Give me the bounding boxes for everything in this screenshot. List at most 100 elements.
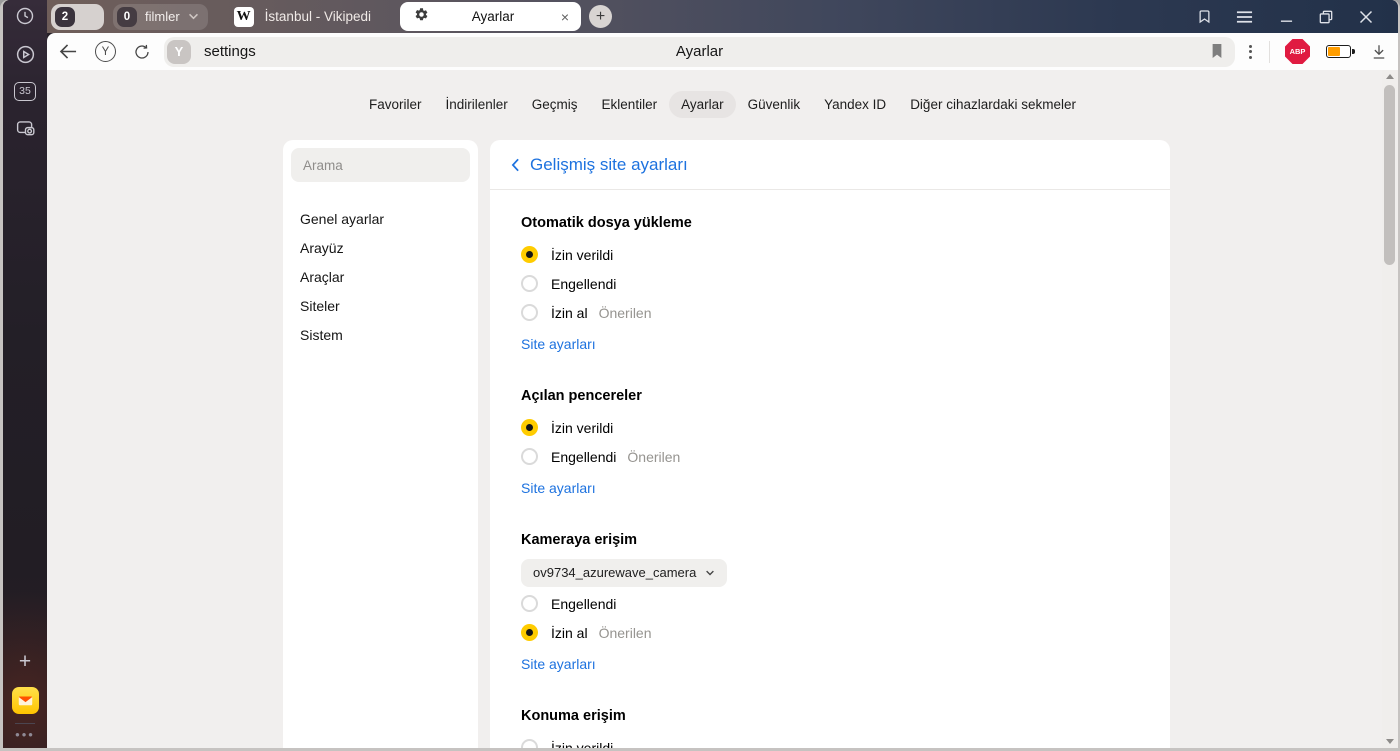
tab-count-button[interactable]: 2: [51, 3, 104, 30]
restore-window-icon[interactable]: [1306, 10, 1346, 24]
history-clock-icon[interactable]: [13, 4, 37, 28]
sidebar-item-siteler[interactable]: Siteler: [283, 292, 478, 321]
address-input[interactable]: settings: [204, 43, 256, 60]
bookmark-flag-icon[interactable]: [1210, 43, 1224, 64]
active-tab-title: Ayarlar: [471, 9, 515, 24]
sidebar-item-arayuz[interactable]: Arayüz: [283, 234, 478, 263]
more-dots-icon[interactable]: •••: [15, 728, 35, 741]
settings-page: Favoriler İndirilenler Geçmiş Eklentiler…: [47, 70, 1398, 748]
section-title: Otomatik dosya yükleme: [521, 215, 692, 231]
search-input[interactable]: [291, 148, 470, 182]
tabs-count-label: 35: [14, 81, 36, 101]
radio-row[interactable]: İzin verildi: [521, 240, 1170, 269]
rail-divider: [15, 723, 35, 724]
screenshot-icon[interactable]: [13, 116, 37, 140]
battery-saver-icon[interactable]: [1326, 45, 1355, 58]
left-rail: 35 + •••: [3, 0, 47, 748]
radio-unselected-icon[interactable]: [521, 304, 538, 321]
settings-menu: Genel ayarlar Arayüz Araçlar Siteler Sis…: [283, 205, 478, 350]
tab-panel-icon[interactable]: [1184, 7, 1224, 26]
minimize-icon[interactable]: [1266, 10, 1306, 23]
browser-window: 35 + ••• 2 0 filmler W İstanbul - Vikipe…: [0, 0, 1400, 751]
tab-strip: 2 0 filmler W İstanbul - Vikipedi Ayarla…: [47, 0, 1398, 33]
sidebar-item-genel-ayarlar[interactable]: Genel ayarlar: [283, 205, 478, 234]
scrollbar-thumb[interactable]: [1384, 85, 1395, 265]
settings-sidebar: Genel ayarlar Arayüz Araçlar Siteler Sis…: [283, 140, 478, 748]
site-favicon-badge: Y: [167, 39, 191, 64]
menu-hamburger-icon[interactable]: [1224, 10, 1264, 24]
tab-diger-cihazlar[interactable]: Diğer cihazlardaki sekmeler: [898, 91, 1088, 118]
section-title: Konuma erişim: [521, 708, 626, 724]
back-icon[interactable]: [59, 43, 78, 60]
radio-row[interactable]: İzin al Önerilen: [521, 298, 1170, 327]
back-header[interactable]: Gelişmiş site ayarları: [490, 140, 1170, 190]
more-options-icon[interactable]: [1249, 44, 1252, 59]
group-label: filmler: [145, 9, 180, 24]
tab-guvenlik[interactable]: Güvenlik: [736, 91, 813, 118]
radio-row[interactable]: İzin al Önerilen: [521, 618, 1170, 647]
adblock-plus-icon[interactable]: ABP: [1285, 39, 1310, 64]
sidebar-item-sistem[interactable]: Sistem: [283, 321, 478, 350]
scroll-down-arrow[interactable]: [1386, 739, 1394, 744]
page-scrollbar[interactable]: [1382, 70, 1398, 748]
radio-selected-icon[interactable]: [521, 419, 538, 436]
camera-device-select[interactable]: ov9734_azurewave_camera: [521, 558, 728, 587]
radio-row[interactable]: İzin verildi: [521, 413, 1170, 442]
tab-ayarlar-active[interactable]: Ayarlar ×: [399, 2, 581, 31]
tabs-count-badge[interactable]: 35: [13, 79, 37, 103]
close-tab-icon[interactable]: ×: [557, 9, 573, 25]
new-tab-button[interactable]: +: [588, 5, 612, 28]
yandex-mail-icon[interactable]: [11, 687, 39, 714]
sidebar-item-araclar[interactable]: Araçlar: [283, 263, 478, 292]
yandex-home-icon[interactable]: Y: [95, 41, 116, 62]
tab-favoriler[interactable]: Favoriler: [357, 91, 434, 118]
chevron-down-icon: [706, 570, 715, 575]
add-icon[interactable]: +: [13, 650, 37, 674]
radio-selected-icon[interactable]: [521, 246, 538, 263]
radio-row[interactable]: Engellendi: [521, 269, 1170, 298]
recommended-note: Önerilen: [627, 448, 681, 465]
chevron-down-icon: [188, 13, 198, 20]
refresh-icon[interactable]: [133, 43, 151, 61]
radio-unselected-icon[interactable]: [521, 595, 538, 612]
address-bar[interactable]: Y settings Ayarlar: [164, 36, 1235, 67]
settings-nav-tabs: Favoriler İndirilenler Geçmiş Eklentiler…: [47, 91, 1398, 118]
play-circle-icon[interactable]: [13, 42, 37, 66]
radio-unselected-icon[interactable]: [521, 739, 538, 748]
tab-ayarlar[interactable]: Ayarlar: [669, 91, 736, 118]
section-acilan-pencereler: Açılan pencereler İzin verildi Engellend…: [521, 388, 1170, 502]
tab-istanbul-vikipedi[interactable]: İstanbul - Vikipedi: [265, 9, 371, 24]
tab-eklentiler[interactable]: Eklentiler: [590, 91, 670, 118]
radio-selected-icon[interactable]: [521, 624, 538, 641]
tab-count-badge: 2: [55, 6, 75, 27]
site-settings-link[interactable]: Site ayarları: [521, 336, 596, 352]
radio-row[interactable]: İzin verildi: [521, 733, 1170, 748]
radio-unselected-icon[interactable]: [521, 275, 538, 292]
radio-row[interactable]: Engellendi Önerilen: [521, 442, 1170, 471]
wikipedia-favicon: W: [233, 6, 254, 27]
site-settings-link[interactable]: Site ayarları: [521, 480, 596, 496]
tab-gecmis[interactable]: Geçmiş: [520, 91, 590, 118]
address-page-title: Ayarlar: [675, 43, 724, 60]
page-title: Gelişmiş site ayarları: [530, 154, 688, 174]
radio-unselected-icon[interactable]: [521, 448, 538, 465]
radio-row[interactable]: Engellendi: [521, 589, 1170, 618]
gear-icon: [414, 7, 429, 27]
section-title: Açılan pencereler: [521, 388, 642, 404]
tab-group-filmler[interactable]: 0 filmler: [113, 3, 208, 30]
section-kameraya-erisim: Kameraya erişim ov9734_azurewave_camera …: [521, 532, 1170, 678]
section-konuma-erisim: Konuma erişim İzin verildi: [521, 708, 1170, 748]
section-otomatik-dosya-yukleme: Otomatik dosya yükleme İzin verildi Enge…: [521, 215, 1170, 358]
scroll-up-arrow[interactable]: [1386, 74, 1394, 79]
close-window-icon[interactable]: [1346, 10, 1386, 24]
tab-yandex-id[interactable]: Yandex ID: [812, 91, 898, 118]
chevron-left-icon: [511, 158, 519, 171]
recommended-note: Önerilen: [598, 304, 652, 321]
recommended-note: Önerilen: [598, 624, 652, 641]
site-settings-link[interactable]: Site ayarları: [521, 656, 596, 672]
app-frame: 35 + ••• 2 0 filmler W İstanbul - Vikipe…: [3, 0, 1398, 748]
toolbar-separator: [1269, 40, 1270, 63]
tab-indirilenler[interactable]: İndirilenler: [434, 91, 520, 118]
downloads-icon[interactable]: [1370, 43, 1388, 61]
toolbar: Y Y settings Ayarlar ABP: [47, 33, 1398, 70]
